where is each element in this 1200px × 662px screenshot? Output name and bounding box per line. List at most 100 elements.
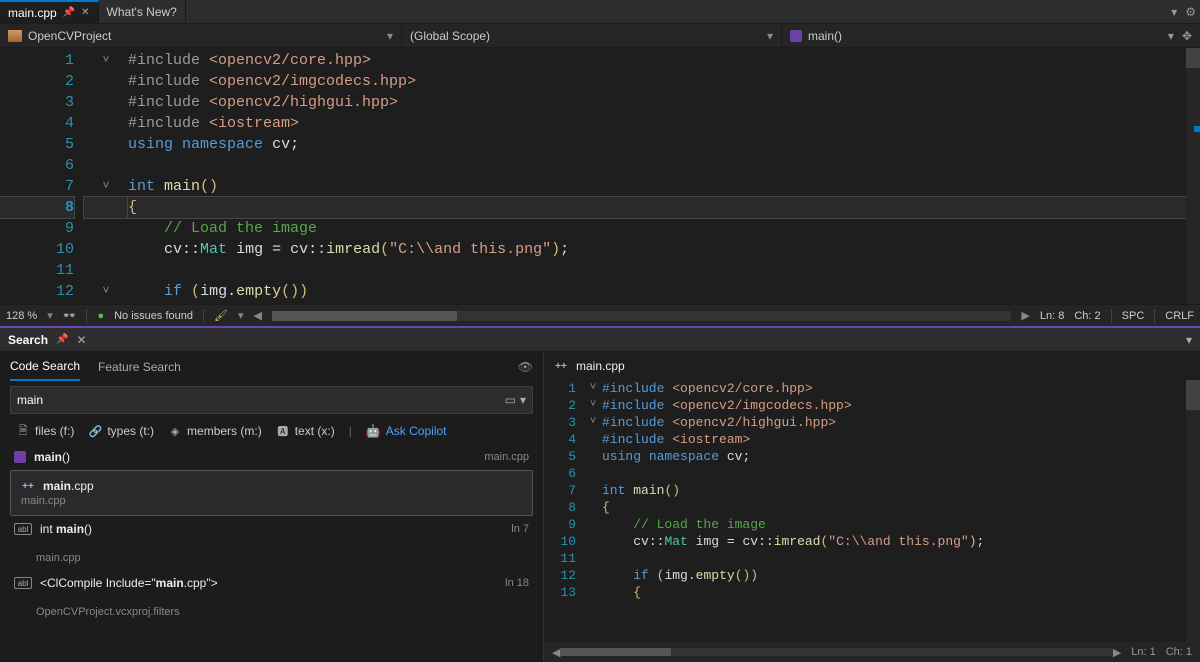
char-indicator[interactable]: Ch: 2 xyxy=(1074,310,1100,322)
text-result-icon: abl xyxy=(14,523,32,535)
preview-horizontal-scrollbar[interactable] xyxy=(560,648,1112,656)
split-icon[interactable]: ✥ xyxy=(1182,29,1192,43)
filter-types[interactable]: 🔗types (t:) xyxy=(88,424,154,438)
scope-dropdown[interactable]: (Global Scope) ▾ xyxy=(402,24,782,47)
file-icon: 🗎 xyxy=(16,424,30,438)
close-icon[interactable]: ✕ xyxy=(76,333,86,347)
text-result-icon: abl xyxy=(14,577,32,589)
tab-label: What's New? xyxy=(107,5,177,19)
preview-line-gutter: 12345678910111213 xyxy=(544,380,584,642)
pin-icon[interactable]: 📌 xyxy=(63,7,75,18)
filter-files[interactable]: 🗎files (f:) xyxy=(16,424,74,438)
preview-header: ++ main.cpp xyxy=(544,352,1200,380)
chevron-down-icon: ▾ xyxy=(387,29,393,43)
search-panel-header: Search 📌 ✕ ▾ xyxy=(0,326,1200,352)
function-icon xyxy=(790,30,802,42)
line-ending-indicator[interactable]: CRLF xyxy=(1165,310,1194,322)
project-dropdown[interactable]: OpenCVProject ▾ xyxy=(0,24,402,47)
result-title: main() xyxy=(34,450,70,464)
scroll-thumb[interactable] xyxy=(1186,48,1200,68)
check-icon: ● xyxy=(97,310,104,322)
member-name: main() xyxy=(808,29,842,43)
editor-status-bar: 128 % ▾ 👓 ● No issues found 🖌 ▾ ◀ ▶ Ln: … xyxy=(0,304,1200,326)
search-input[interactable] xyxy=(17,393,505,407)
search-result-file[interactable]: ++ main.cpp main.cpp xyxy=(10,470,533,516)
scope-label: (Global Scope) xyxy=(410,29,490,43)
members-icon: ◈ xyxy=(168,424,182,438)
line-number-gutter: 123456789101112 xyxy=(0,48,84,304)
project-icon xyxy=(8,30,22,42)
search-panel: Code Search Feature Search 👁 ▭ ▾ 🗎files … xyxy=(0,352,1200,662)
filter-text[interactable]: 🅰text (x:) xyxy=(276,424,335,438)
result-path: main.cpp xyxy=(21,495,66,507)
brush-icon[interactable]: 🖌 xyxy=(214,309,228,322)
result-line: ln 7 xyxy=(511,523,529,535)
scroll-left-icon[interactable]: ◀ xyxy=(552,646,560,659)
scroll-thumb[interactable] xyxy=(560,648,670,656)
search-filters: 🗎files (f:) 🔗types (t:) ◈members (m:) 🅰t… xyxy=(0,418,543,444)
code-area[interactable]: #include <opencv2/core.hpp>#include <ope… xyxy=(128,48,1200,304)
cpp-file-icon: ++ xyxy=(554,359,568,373)
result-path: OpenCVProject.vcxproj.filters xyxy=(36,606,180,618)
result-file: main.cpp xyxy=(484,451,529,463)
search-result-member[interactable]: main() main.cpp xyxy=(10,444,533,470)
zoom-level[interactable]: 128 % xyxy=(6,310,37,322)
preview-filename: main.cpp xyxy=(576,359,625,373)
code-editor[interactable]: 123456789101112 ˅ ˅ ˅ #include <opencv2/… xyxy=(0,48,1200,304)
search-results-list: main() main.cpp ++ main.cpp main.cpp abl… xyxy=(0,444,543,662)
scroll-marker xyxy=(1194,126,1200,132)
result-title: main.cpp xyxy=(43,479,94,493)
result-title: int main() xyxy=(40,522,92,536)
preview-char[interactable]: Ch: 1 xyxy=(1166,646,1192,658)
preview-line[interactable]: Ln: 1 xyxy=(1131,646,1155,658)
chevron-down-icon[interactable]: ▾ xyxy=(1186,333,1192,347)
scroll-right-icon[interactable]: ▶ xyxy=(1113,646,1121,659)
member-dropdown[interactable]: main() xyxy=(782,24,1168,47)
search-left-pane: Code Search Feature Search 👁 ▭ ▾ 🗎files … xyxy=(0,352,544,662)
member-icon xyxy=(14,451,26,463)
chevron-down-icon[interactable]: ▾ xyxy=(520,393,526,407)
preview-status-bar: ◀ ▶ Ln: 1 Ch: 1 xyxy=(544,642,1200,662)
scroll-left-icon[interactable]: ◀ xyxy=(253,309,261,322)
preview-editor[interactable]: 12345678910111213 ˅ ˅ ˅ #include <opencv… xyxy=(544,380,1200,642)
types-icon: 🔗 xyxy=(88,424,102,438)
search-result-definition[interactable]: abl int main() ln 7 main.cpp xyxy=(10,516,533,570)
result-line: ln 18 xyxy=(505,577,529,589)
scroll-thumb[interactable] xyxy=(1186,380,1200,410)
search-tabs: Code Search Feature Search 👁 xyxy=(0,352,543,382)
project-name: OpenCVProject xyxy=(28,29,111,43)
search-result-reference[interactable]: abl <ClCompile Include="main.cpp"> ln 18… xyxy=(10,570,533,624)
gear-icon[interactable]: ⚙ xyxy=(1185,5,1196,19)
result-title: <ClCompile Include="main.cpp"> xyxy=(40,576,218,590)
search-title: Search xyxy=(8,333,48,347)
line-indicator[interactable]: Ln: 8 xyxy=(1040,310,1064,322)
scroll-right-icon[interactable]: ▶ xyxy=(1021,309,1029,322)
preview-fold-gutter[interactable]: ˅ ˅ ˅ xyxy=(584,380,602,642)
vertical-scrollbar[interactable] xyxy=(1186,48,1200,304)
ask-copilot-button[interactable]: 🤖Ask Copilot xyxy=(366,424,447,438)
dropdown-icon[interactable]: ▾ xyxy=(1171,5,1177,19)
eye-off-icon[interactable]: 👁 xyxy=(518,360,533,374)
dropdown-options-icon[interactable]: ▭ xyxy=(505,393,516,407)
cpp-file-icon: ++ xyxy=(21,479,35,493)
chevron-down-icon[interactable]: ▾ xyxy=(1168,29,1174,43)
search-preview-pane: ++ main.cpp 12345678910111213 ˅ ˅ ˅ #inc… xyxy=(544,352,1200,662)
tab-main-cpp[interactable]: main.cpp 📌 ✕ xyxy=(0,0,99,23)
tab-code-search[interactable]: Code Search xyxy=(10,353,80,381)
chevron-down-icon[interactable]: ▾ xyxy=(238,309,244,322)
glasses-icon[interactable]: 👓 xyxy=(63,309,77,322)
fold-gutter[interactable]: ˅ ˅ ˅ xyxy=(84,48,128,304)
pin-icon[interactable]: 📌 xyxy=(56,334,68,345)
tab-whats-new[interactable]: What's New? xyxy=(99,0,186,23)
navigation-bar: OpenCVProject ▾ (Global Scope) ▾ main() … xyxy=(0,24,1200,48)
horizontal-scrollbar[interactable] xyxy=(272,311,1011,321)
scroll-thumb[interactable] xyxy=(272,311,457,321)
tab-feature-search[interactable]: Feature Search xyxy=(98,354,181,380)
close-icon[interactable]: ✕ xyxy=(81,7,89,18)
spaces-indicator[interactable]: SPC xyxy=(1122,310,1145,322)
preview-code[interactable]: #include <opencv2/core.hpp>#include <ope… xyxy=(602,380,1200,642)
preview-vertical-scrollbar[interactable] xyxy=(1186,380,1200,642)
issues-label[interactable]: No issues found xyxy=(114,310,193,322)
chevron-down-icon[interactable]: ▾ xyxy=(47,309,53,322)
filter-members[interactable]: ◈members (m:) xyxy=(168,424,262,438)
